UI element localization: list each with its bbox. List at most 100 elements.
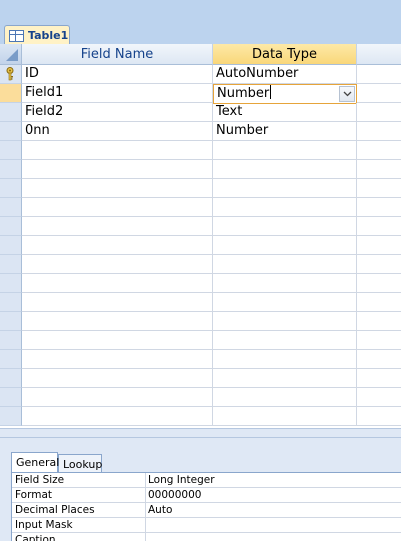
table-row[interactable] <box>0 141 401 160</box>
data-type-cell[interactable] <box>213 217 357 236</box>
data-type-cell[interactable] <box>213 179 357 198</box>
table-row[interactable] <box>0 350 401 369</box>
column-header-data-type[interactable]: Data Type <box>213 44 357 65</box>
description-cell[interactable] <box>357 407 401 426</box>
pane-splitter[interactable] <box>0 428 401 438</box>
field-name-cell[interactable]: ID <box>22 65 213 84</box>
row-selector[interactable] <box>0 179 22 198</box>
field-name-cell[interactable] <box>22 369 213 388</box>
table-row[interactable] <box>0 274 401 293</box>
field-name-cell[interactable] <box>22 179 213 198</box>
field-name-cell[interactable] <box>22 331 213 350</box>
data-type-cell[interactable]: Text <box>213 103 357 122</box>
table-row[interactable]: 0nn Number <box>0 122 401 141</box>
data-type-cell[interactable] <box>213 350 357 369</box>
table-row[interactable] <box>0 312 401 331</box>
table-row[interactable] <box>0 160 401 179</box>
row-selector[interactable] <box>0 122 22 141</box>
description-cell[interactable] <box>357 312 401 331</box>
data-type-cell[interactable]: Number <box>213 122 357 141</box>
description-cell[interactable] <box>357 141 401 160</box>
row-selector[interactable] <box>0 350 22 369</box>
property-row[interactable]: Format 00000000 <box>12 488 401 503</box>
field-name-cell[interactable] <box>22 407 213 426</box>
field-name-cell[interactable]: 0nn <box>22 122 213 141</box>
table-row[interactable] <box>0 369 401 388</box>
field-name-cell[interactable] <box>22 350 213 369</box>
field-name-cell[interactable] <box>22 274 213 293</box>
property-value[interactable]: Auto <box>146 503 401 518</box>
data-type-cell[interactable] <box>213 198 357 217</box>
row-selector[interactable] <box>0 388 22 407</box>
data-type-cell[interactable] <box>213 388 357 407</box>
table-row[interactable]: Field1 Number <box>0 84 401 104</box>
field-name-cell[interactable] <box>22 236 213 255</box>
field-name-cell[interactable] <box>22 388 213 407</box>
column-header-field-name[interactable]: Field Name <box>22 44 213 65</box>
row-selector[interactable] <box>0 312 22 331</box>
data-type-cell[interactable] <box>213 160 357 179</box>
data-type-cell[interactable] <box>213 293 357 312</box>
description-cell[interactable] <box>357 103 401 122</box>
description-cell[interactable] <box>357 122 401 141</box>
property-value[interactable] <box>146 533 401 541</box>
data-type-cell[interactable]: AutoNumber <box>213 65 357 84</box>
property-value[interactable]: 00000000 <box>146 488 401 503</box>
data-type-cell[interactable] <box>213 331 357 350</box>
field-name-cell[interactable] <box>22 312 213 331</box>
property-row[interactable]: Decimal Places Auto <box>12 503 401 518</box>
property-row[interactable]: Input Mask <box>12 518 401 533</box>
property-row[interactable]: Field Size Long Integer <box>12 473 401 488</box>
table-row[interactable]: ID AutoNumber <box>0 65 401 84</box>
select-all-corner[interactable] <box>0 44 22 65</box>
description-cell[interactable] <box>357 274 401 293</box>
row-selector[interactable] <box>0 331 22 350</box>
field-name-cell[interactable] <box>22 160 213 179</box>
table-row[interactable] <box>0 179 401 198</box>
description-cell[interactable] <box>357 293 401 312</box>
row-selector[interactable] <box>0 293 22 312</box>
row-selector[interactable] <box>0 369 22 388</box>
dropdown-button[interactable] <box>339 86 355 102</box>
description-cell[interactable] <box>357 331 401 350</box>
field-name-cell[interactable] <box>22 255 213 274</box>
row-selector[interactable] <box>0 255 22 274</box>
description-cell[interactable] <box>357 179 401 198</box>
tab-table1[interactable]: Table1 <box>4 25 70 45</box>
table-row[interactable] <box>0 331 401 350</box>
tab-lookup[interactable]: Lookup <box>58 454 102 472</box>
property-value[interactable]: Long Integer <box>146 473 401 488</box>
row-selector[interactable] <box>0 160 22 179</box>
field-name-cell[interactable]: Field2 <box>22 103 213 122</box>
table-row[interactable] <box>0 198 401 217</box>
row-selector[interactable] <box>0 217 22 236</box>
description-cell[interactable] <box>357 350 401 369</box>
row-selector[interactable] <box>0 236 22 255</box>
description-cell[interactable] <box>357 65 401 84</box>
table-row[interactable] <box>0 236 401 255</box>
row-selector[interactable] <box>0 65 22 84</box>
row-selector[interactable] <box>0 198 22 217</box>
tab-general[interactable]: General <box>11 452 59 472</box>
data-type-cell[interactable] <box>213 369 357 388</box>
table-row[interactable] <box>0 388 401 407</box>
data-type-cell[interactable] <box>213 141 357 160</box>
data-type-dropdown[interactable]: Number <box>213 84 357 104</box>
description-cell[interactable] <box>357 84 401 103</box>
row-selector[interactable] <box>0 84 22 103</box>
table-row[interactable] <box>0 255 401 274</box>
field-name-cell[interactable] <box>22 217 213 236</box>
data-type-cell[interactable] <box>213 274 357 293</box>
field-name-cell[interactable] <box>22 198 213 217</box>
description-cell[interactable] <box>357 255 401 274</box>
property-value[interactable] <box>146 518 401 533</box>
data-type-cell[interactable] <box>213 236 357 255</box>
data-type-cell[interactable] <box>213 312 357 331</box>
description-cell[interactable] <box>357 198 401 217</box>
description-cell[interactable] <box>357 160 401 179</box>
table-row[interactable] <box>0 217 401 236</box>
row-selector[interactable] <box>0 274 22 293</box>
description-cell[interactable] <box>357 236 401 255</box>
property-row[interactable]: Caption <box>12 533 401 541</box>
description-cell[interactable] <box>357 369 401 388</box>
